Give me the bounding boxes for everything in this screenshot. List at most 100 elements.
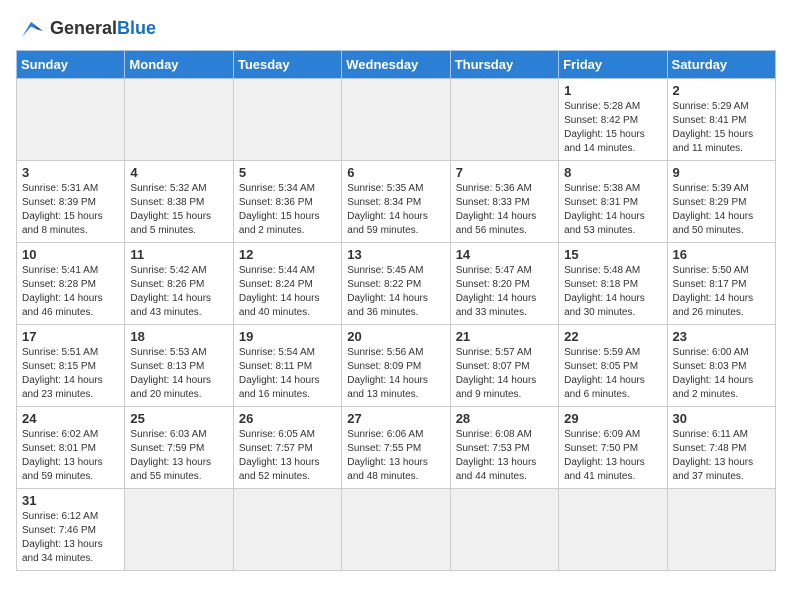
day-info: Sunrise: 5:36 AM Sunset: 8:33 PM Dayligh… [456, 182, 553, 238]
calendar-cell [233, 79, 341, 161]
day-info: Sunrise: 6:06 AM Sunset: 7:55 PM Dayligh… [347, 428, 444, 484]
calendar-cell: 8 Sunrise: 5:38 AM Sunset: 8:31 PM Daylig… [559, 161, 667, 243]
day-number: 27 [347, 411, 444, 426]
calendar-cell: 30 Sunrise: 6:11 AM Sunset: 7:48 PM Dayli… [667, 407, 775, 489]
calendar-cell: 27 Sunrise: 6:06 AM Sunset: 7:55 PM Dayli… [342, 407, 450, 489]
day-number: 1 [564, 83, 661, 98]
day-info: Sunrise: 5:59 AM Sunset: 8:05 PM Dayligh… [564, 346, 661, 402]
calendar-cell: 7 Sunrise: 5:36 AM Sunset: 8:33 PM Daylig… [450, 161, 558, 243]
calendar-cell: 14 Sunrise: 5:47 AM Sunset: 8:20 PM Dayli… [450, 243, 558, 325]
calendar-week-row: 3 Sunrise: 5:31 AM Sunset: 8:39 PM Daylig… [17, 161, 776, 243]
calendar-cell: 11Sunrise: 5:42 AM Sunset: 8:26 PM Dayli… [125, 243, 233, 325]
calendar-cell [125, 79, 233, 161]
calendar-cell: 28Sunrise: 6:08 AM Sunset: 7:53 PM Dayli… [450, 407, 558, 489]
day-info: Sunrise: 6:02 AM Sunset: 8:01 PM Dayligh… [22, 428, 119, 484]
day-info: Sunrise: 5:34 AM Sunset: 8:36 PM Dayligh… [239, 182, 336, 238]
day-info: Sunrise: 5:44 AM Sunset: 8:24 PM Dayligh… [239, 264, 336, 320]
day-info: Sunrise: 5:42 AM Sunset: 8:26 PM Dayligh… [130, 264, 227, 320]
day-number: 4 [130, 165, 227, 180]
day-info: Sunrise: 6:11 AM Sunset: 7:48 PM Dayligh… [673, 428, 770, 484]
calendar-week-row: 1 Sunrise: 5:28 AM Sunset: 8:42 PM Daylig… [17, 79, 776, 161]
day-number: 19 [239, 329, 336, 344]
calendar-cell: 12 Sunrise: 5:44 AM Sunset: 8:24 PM Dayli… [233, 243, 341, 325]
day-info: Sunrise: 6:05 AM Sunset: 7:57 PM Dayligh… [239, 428, 336, 484]
day-number: 18 [130, 329, 227, 344]
day-info: Sunrise: 5:50 AM Sunset: 8:17 PM Dayligh… [673, 264, 770, 320]
day-info: Sunrise: 5:47 AM Sunset: 8:20 PM Dayligh… [456, 264, 553, 320]
day-number: 12 [239, 247, 336, 262]
day-info: Sunrise: 5:35 AM Sunset: 8:34 PM Dayligh… [347, 182, 444, 238]
day-number: 2 [673, 83, 770, 98]
calendar-cell [450, 489, 558, 571]
day-info: Sunrise: 5:38 AM Sunset: 8:31 PM Dayligh… [564, 182, 661, 238]
day-info: Sunrise: 6:08 AM Sunset: 7:53 PM Dayligh… [456, 428, 553, 484]
day-number: 8 [564, 165, 661, 180]
day-info: Sunrise: 5:31 AM Sunset: 8:39 PM Dayligh… [22, 182, 119, 238]
calendar-cell: 17Sunrise: 5:51 AM Sunset: 8:15 PM Dayli… [17, 325, 125, 407]
day-number: 31 [22, 493, 119, 508]
day-info: Sunrise: 6:00 AM Sunset: 8:03 PM Dayligh… [673, 346, 770, 402]
calendar-cell: 15 Sunrise: 5:48 AM Sunset: 8:18 PM Dayli… [559, 243, 667, 325]
calendar-cell [450, 79, 558, 161]
weekday-header-thursday: Thursday [450, 51, 558, 79]
calendar-cell [667, 489, 775, 571]
day-number: 10 [22, 247, 119, 262]
day-number: 25 [130, 411, 227, 426]
day-number: 13 [347, 247, 444, 262]
day-info: Sunrise: 5:29 AM Sunset: 8:41 PM Dayligh… [673, 100, 770, 156]
day-info: Sunrise: 5:32 AM Sunset: 8:38 PM Dayligh… [130, 182, 227, 238]
day-number: 26 [239, 411, 336, 426]
day-info: Sunrise: 6:03 AM Sunset: 7:59 PM Dayligh… [130, 428, 227, 484]
day-number: 7 [456, 165, 553, 180]
calendar-cell [17, 79, 125, 161]
calendar-cell [559, 489, 667, 571]
day-info: Sunrise: 5:45 AM Sunset: 8:22 PM Dayligh… [347, 264, 444, 320]
day-info: Sunrise: 5:57 AM Sunset: 8:07 PM Dayligh… [456, 346, 553, 402]
day-number: 17 [22, 329, 119, 344]
calendar-cell: 6 Sunrise: 5:35 AM Sunset: 8:34 PM Daylig… [342, 161, 450, 243]
calendar-table: SundayMondayTuesdayWednesdayThursdayFrid… [16, 50, 776, 571]
calendar-cell [342, 79, 450, 161]
day-number: 14 [456, 247, 553, 262]
weekday-header-monday: Monday [125, 51, 233, 79]
calendar-cell: 23 Sunrise: 6:00 AM Sunset: 8:03 PM Dayli… [667, 325, 775, 407]
day-number: 21 [456, 329, 553, 344]
logo-label: GeneralBlue [50, 18, 156, 38]
calendar-cell: 2 Sunrise: 5:29 AM Sunset: 8:41 PM Daylig… [667, 79, 775, 161]
calendar-cell: 19 Sunrise: 5:54 AM Sunset: 8:11 PM Dayli… [233, 325, 341, 407]
calendar-cell: 29 Sunrise: 6:09 AM Sunset: 7:50 PM Dayli… [559, 407, 667, 489]
calendar-cell: 18Sunrise: 5:53 AM Sunset: 8:13 PM Dayli… [125, 325, 233, 407]
calendar-cell: 31 Sunrise: 6:12 AM Sunset: 7:46 PM Dayli… [17, 489, 125, 571]
day-info: Sunrise: 5:28 AM Sunset: 8:42 PM Dayligh… [564, 100, 661, 156]
day-number: 3 [22, 165, 119, 180]
calendar-cell: 3 Sunrise: 5:31 AM Sunset: 8:39 PM Daylig… [17, 161, 125, 243]
calendar-cell: 26 Sunrise: 6:05 AM Sunset: 7:57 PM Dayli… [233, 407, 341, 489]
day-number: 29 [564, 411, 661, 426]
calendar-cell [233, 489, 341, 571]
day-number: 6 [347, 165, 444, 180]
day-number: 23 [673, 329, 770, 344]
page-header: GeneralBlue [16, 16, 776, 40]
calendar-cell: 9Sunrise: 5:39 AM Sunset: 8:29 PM Daylig… [667, 161, 775, 243]
calendar-cell: 20Sunrise: 5:56 AM Sunset: 8:09 PM Dayli… [342, 325, 450, 407]
calendar-cell: 1 Sunrise: 5:28 AM Sunset: 8:42 PM Daylig… [559, 79, 667, 161]
day-info: Sunrise: 5:48 AM Sunset: 8:18 PM Dayligh… [564, 264, 661, 320]
day-number: 20 [347, 329, 444, 344]
day-number: 30 [673, 411, 770, 426]
calendar-cell: 21 Sunrise: 5:57 AM Sunset: 8:07 PM Dayli… [450, 325, 558, 407]
logo: GeneralBlue [16, 16, 156, 40]
calendar-week-row: 31 Sunrise: 6:12 AM Sunset: 7:46 PM Dayli… [17, 489, 776, 571]
calendar-cell [125, 489, 233, 571]
day-number: 15 [564, 247, 661, 262]
day-number: 24 [22, 411, 119, 426]
day-info: Sunrise: 5:54 AM Sunset: 8:11 PM Dayligh… [239, 346, 336, 402]
day-info: Sunrise: 5:39 AM Sunset: 8:29 PM Dayligh… [673, 182, 770, 238]
calendar-cell: 4 Sunrise: 5:32 AM Sunset: 8:38 PM Daylig… [125, 161, 233, 243]
day-info: Sunrise: 6:12 AM Sunset: 7:46 PM Dayligh… [22, 510, 119, 566]
day-info: Sunrise: 6:09 AM Sunset: 7:50 PM Dayligh… [564, 428, 661, 484]
logo-text: GeneralBlue [50, 18, 156, 39]
calendar-cell: 25 Sunrise: 6:03 AM Sunset: 7:59 PM Dayli… [125, 407, 233, 489]
calendar-cell [342, 489, 450, 571]
calendar-cell: 10Sunrise: 5:41 AM Sunset: 8:28 PM Dayli… [17, 243, 125, 325]
day-number: 5 [239, 165, 336, 180]
